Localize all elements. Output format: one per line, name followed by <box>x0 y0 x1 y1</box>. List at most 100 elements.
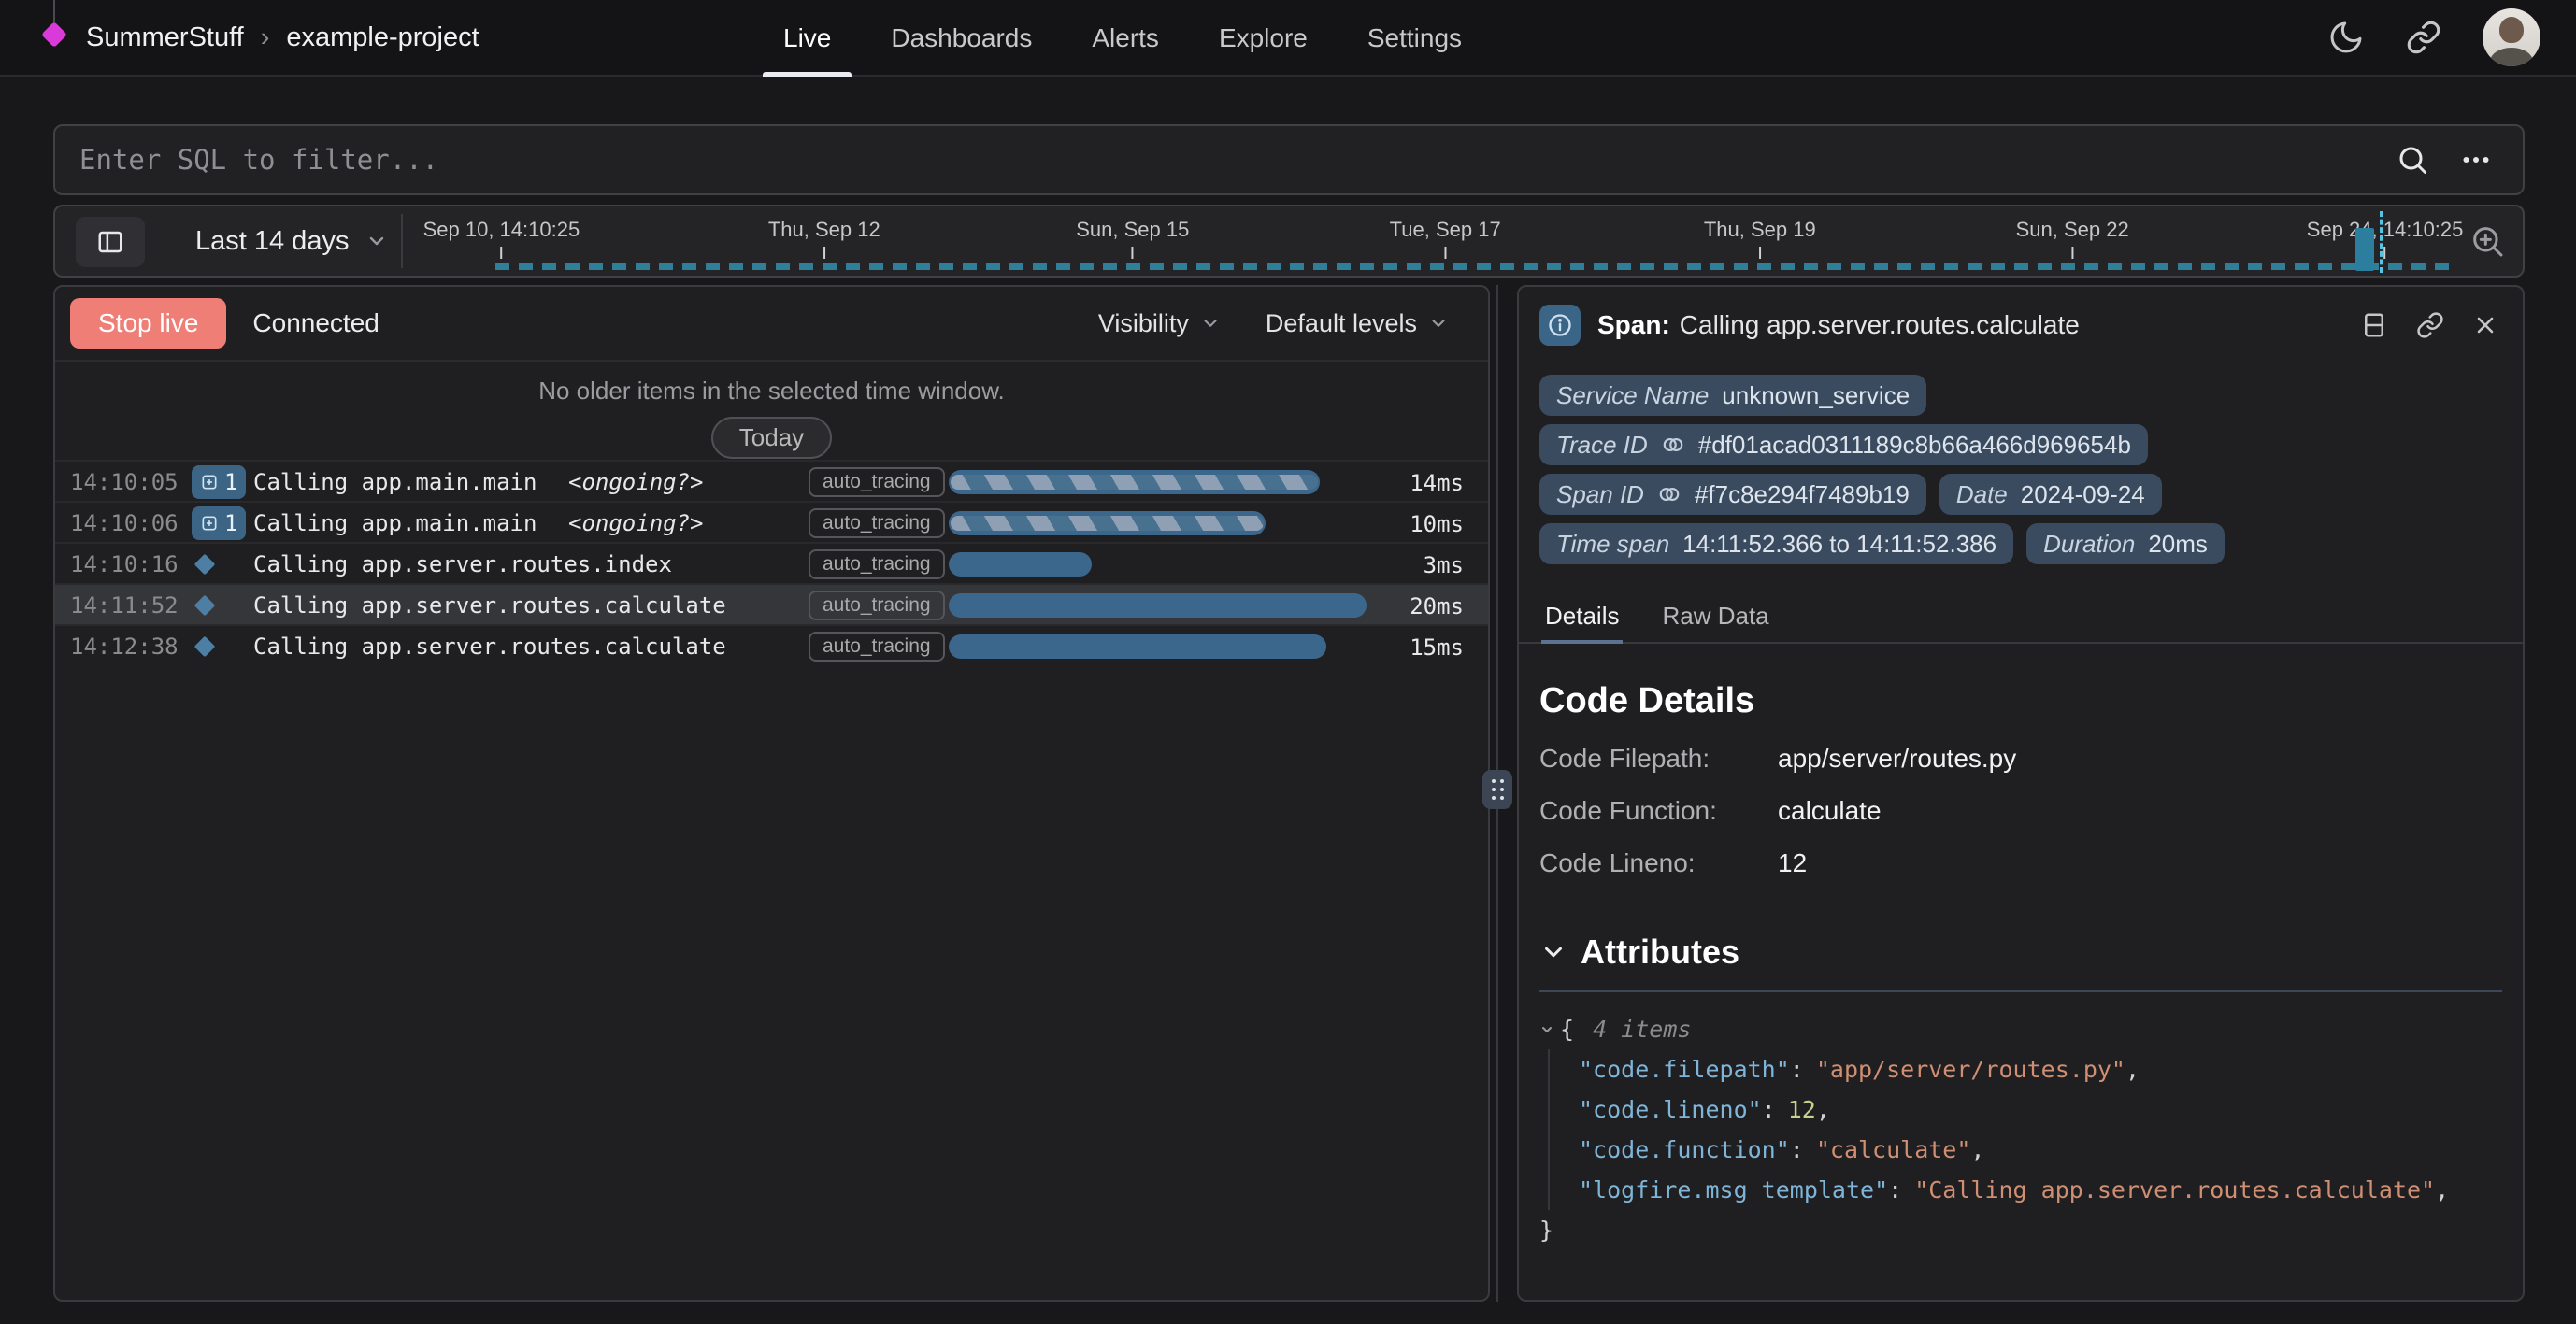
timeline-tick-label: Thu, Sep 12 <box>768 218 880 242</box>
json-items-count: 4 items <box>1593 1009 1691 1049</box>
sql-filter-input[interactable] <box>79 144 2396 176</box>
json-root-line: { 4 items <box>1539 1009 2502 1049</box>
badge-label: Span ID <box>1556 480 1644 509</box>
span-title-text: Calling app.server.routes.calculate <box>1680 310 2080 339</box>
span-timestamp: 14:11:52 <box>70 592 179 619</box>
span-row[interactable]: 14:10:16 Calling app.server.routes.index… <box>55 542 1488 583</box>
breadcrumb: SummerStuff › example-project <box>86 22 479 53</box>
chevron-down-icon <box>1539 938 1567 966</box>
json-collapse-icon[interactable] <box>1539 1022 1554 1037</box>
split-panel-icon[interactable] <box>2360 311 2388 339</box>
visibility-dropdown[interactable]: Visibility <box>1098 309 1221 338</box>
live-header-controls: Visibility Default levels <box>1098 309 1473 338</box>
span-duration-bar <box>949 593 1367 618</box>
json-entries: "code.filepath":"app/server/routes.py", … <box>1548 1049 2502 1210</box>
tab-dashboards[interactable]: Dashboards <box>861 0 1062 77</box>
timeline-histogram[interactable]: Sep 10, 14:10:25 Thu, Sep 12 Sun, Sep 15… <box>394 206 2451 276</box>
timeline-tick-mark <box>500 247 502 259</box>
span-ongoing-flag: <ongoing?> <box>568 469 704 495</box>
span-tag[interactable]: auto_tracing <box>809 632 945 662</box>
span-row[interactable]: 14:12:38 Calling app.server.routes.calcu… <box>55 624 1488 665</box>
time-span-badge: Time span 14:11:52.366 to 14:11:52.386 <box>1539 523 2013 564</box>
close-icon[interactable] <box>2472 312 2498 338</box>
live-panel-header: Stop live Connected Visibility Default l… <box>55 287 1488 362</box>
timeline-tick: Sun, Sep 22 <box>2016 218 2129 259</box>
span-timestamp: 14:12:38 <box>70 634 179 660</box>
badge-label: Time span <box>1556 530 1669 559</box>
tab-raw-data[interactable]: Raw Data <box>1658 592 1772 642</box>
span-duration: 3ms <box>1424 552 1464 578</box>
stop-live-button[interactable]: Stop live <box>70 298 226 349</box>
span-row-selected[interactable]: 14:11:52 Calling app.server.routes.calcu… <box>55 583 1488 624</box>
span-duration: 10ms <box>1410 511 1464 537</box>
tab-live[interactable]: Live <box>753 0 861 77</box>
time-range-dropdown[interactable]: Last 14 days <box>195 206 388 276</box>
search-icon[interactable] <box>2396 143 2429 177</box>
span-kind-diamond-icon <box>194 554 216 576</box>
span-kind-diamond-icon <box>194 636 216 658</box>
attributes-section-toggle[interactable]: Attributes <box>1539 932 2502 972</box>
child-count-badge[interactable]: 1 <box>192 465 246 499</box>
span-tag[interactable]: auto_tracing <box>809 549 945 579</box>
today-button[interactable]: Today <box>711 417 832 459</box>
tab-details[interactable]: Details <box>1541 592 1623 642</box>
timeline-tick-mark <box>823 247 825 259</box>
timeline-tick: Thu, Sep 19 <box>1704 218 1816 259</box>
timeline-tick: Thu, Sep 12 <box>768 218 880 259</box>
live-panel: Stop live Connected Visibility Default l… <box>53 285 1490 1302</box>
logo-stem <box>53 0 55 23</box>
span-tag[interactable]: auto_tracing <box>809 591 945 620</box>
no-older-items-block: No older items in the selected time wind… <box>55 362 1488 460</box>
kv-label: Code Filepath: <box>1539 744 1778 774</box>
more-options-ellipsis-icon[interactable] <box>2457 143 2495 177</box>
tab-settings[interactable]: Settings <box>1338 0 1492 77</box>
top-nav: SummerStuff › example-project Live Dashb… <box>0 0 2576 77</box>
span-title: Span:Calling app.server.routes.calculate <box>1597 310 2080 340</box>
timeline-tick-label: Tue, Sep 17 <box>1390 218 1501 242</box>
nav-right <box>2327 8 2540 66</box>
tab-alerts[interactable]: Alerts <box>1062 0 1189 77</box>
copy-link-icon[interactable] <box>2416 311 2444 339</box>
span-timestamp: 14:10:06 <box>70 510 179 536</box>
timeline-tick-label: Sun, Sep 22 <box>2016 218 2129 242</box>
time-range-bar: Last 14 days Sep 10, 14:10:25 Thu, Sep 1… <box>53 205 2525 278</box>
span-duration-bar <box>949 552 1092 577</box>
span-id-badge: Span ID #f7c8e294f7489b19 <box>1539 474 1926 515</box>
badge-label: Duration <box>2043 530 2135 559</box>
span-meta-badges: Service Name unknown_service Trace ID #d… <box>1539 358 2502 564</box>
logo[interactable] <box>36 0 73 76</box>
timeline-tick-mark <box>1132 247 1134 259</box>
timeline-tick-mark <box>2384 247 2386 259</box>
trace-link-icon[interactable] <box>1661 433 1685 457</box>
span-link-icon[interactable] <box>1657 482 1682 506</box>
timeline-tick-label: Sep 24, 14:10:25 <box>2307 218 2464 242</box>
span-tag[interactable]: auto_tracing <box>809 467 945 497</box>
tab-explore[interactable]: Explore <box>1189 0 1338 77</box>
chevron-down-icon <box>1428 313 1449 334</box>
nav-tabs: Live Dashboards Alerts Explore Settings <box>753 0 1492 77</box>
span-row[interactable]: 14:10:05 1 Calling app.main.main <ongoin… <box>55 460 1488 501</box>
default-levels-dropdown-label: Default levels <box>1266 309 1417 338</box>
connection-status: Connected <box>252 308 379 338</box>
span-tag[interactable]: auto_tracing <box>809 508 945 538</box>
timeline-activity-spike <box>2355 228 2374 271</box>
span-row[interactable]: 14:10:06 1 Calling app.main.main <ongoin… <box>55 501 1488 542</box>
span-duration-bar <box>949 634 1326 659</box>
project-name[interactable]: example-project <box>286 22 479 53</box>
org-name[interactable]: SummerStuff <box>86 22 244 53</box>
trace-id-badge: Trace ID #df01acad0311189c8b66a466d96965… <box>1539 424 2148 465</box>
timeline-cursor[interactable] <box>2380 211 2383 273</box>
share-link-icon[interactable] <box>2406 20 2441 55</box>
logo-diamond-icon <box>41 21 67 48</box>
span-duration-bar <box>949 511 1266 535</box>
default-levels-dropdown[interactable]: Default levels <box>1266 309 1449 338</box>
zoom-in-icon[interactable] <box>2469 222 2506 260</box>
theme-moon-icon[interactable] <box>2327 19 2365 56</box>
child-count-badge[interactable]: 1 <box>192 506 246 540</box>
timeline-tick: Sep 24, 14:10:25 <box>2307 218 2464 259</box>
badge-value: 20ms <box>2148 530 2208 559</box>
sidebar-toggle-icon[interactable] <box>76 217 145 267</box>
span-duration: 20ms <box>1410 593 1464 619</box>
panel-resize-handle[interactable] <box>1482 770 1512 809</box>
user-avatar[interactable] <box>2483 8 2540 66</box>
